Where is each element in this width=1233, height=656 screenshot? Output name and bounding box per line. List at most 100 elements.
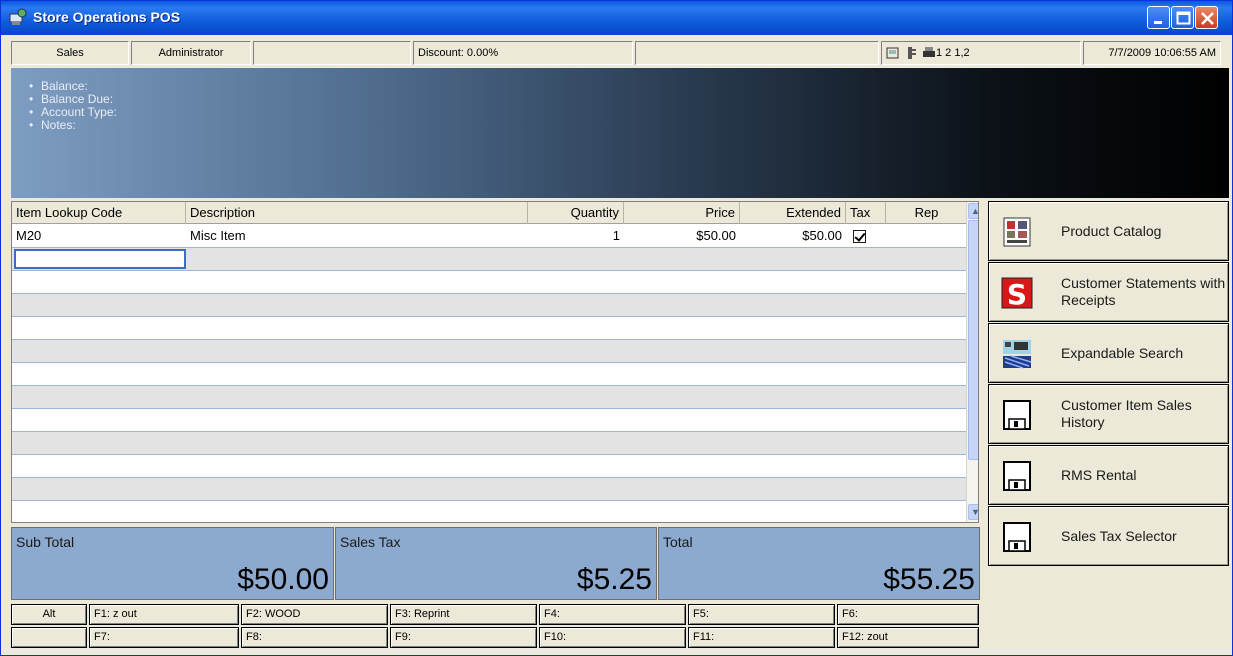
table-row[interactable]: [12, 386, 968, 409]
tax-checkbox[interactable]: [853, 230, 866, 244]
f4-button[interactable]: F4:: [539, 604, 686, 625]
drawer-numbers: 1 2 1,2: [936, 47, 970, 59]
customer-statements-label: Customer Statements with Receipts: [1061, 275, 1226, 308]
table-row[interactable]: [12, 409, 968, 432]
drawer-icons: [886, 47, 935, 59]
customer-item-sales-history-label: Customer Item Sales History: [1061, 397, 1192, 430]
alt-key-button[interactable]: Alt: [11, 604, 87, 625]
table-row[interactable]: [12, 271, 968, 294]
customer-info-panel: Balance: Balance Due: Account Type: Note…: [11, 68, 1229, 198]
cell-extended[interactable]: $50.00: [740, 225, 846, 247]
transaction-grid[interactable]: Item Lookup Code Description Quantity Pr…: [11, 201, 979, 523]
status-cell-empty: [253, 41, 411, 65]
product-catalog-label: Product Catalog: [1061, 222, 1162, 239]
column-header-price[interactable]: Price: [624, 202, 740, 224]
table-row[interactable]: [12, 294, 968, 317]
f9-button[interactable]: F9:: [390, 627, 537, 648]
scroll-up-icon[interactable]: ▲: [968, 203, 978, 219]
sales-tax-selector-button[interactable]: Sales Tax Selector: [988, 506, 1229, 566]
scroll-thumb[interactable]: [968, 220, 978, 460]
grid-scrollbar[interactable]: ▲ ▼: [966, 202, 978, 522]
column-header-quantity[interactable]: Quantity: [528, 202, 624, 224]
catalog-icon: [1003, 217, 1031, 247]
customer-statements-button[interactable]: S Customer Statements with Receipts: [988, 262, 1229, 322]
cell-item-code[interactable]: M20: [12, 225, 186, 247]
total-panel: Total $55.25: [658, 527, 980, 600]
column-header-tax[interactable]: Tax: [846, 202, 886, 224]
f8-button[interactable]: F8:: [241, 627, 388, 648]
total-label: Total: [663, 534, 693, 550]
notes-label: Notes:: [29, 119, 117, 132]
item-code-input[interactable]: [14, 249, 186, 269]
drawer-indicator: 1 2 1,2: [881, 41, 1081, 65]
table-row[interactable]: [12, 432, 968, 455]
cell-rep[interactable]: [886, 225, 968, 247]
rms-rental-label: RMS Rental: [1061, 466, 1137, 483]
table-row[interactable]: [12, 363, 968, 386]
cell-tax[interactable]: [846, 225, 886, 247]
minimize-button[interactable]: [1147, 6, 1170, 29]
minimize-icon: [1154, 21, 1162, 24]
expandable-search-button[interactable]: Expandable Search: [988, 323, 1229, 383]
table-row[interactable]: [12, 478, 968, 501]
subtotal-panel: Sub Total $50.00: [11, 527, 334, 600]
table-row[interactable]: [12, 317, 968, 340]
product-catalog-button[interactable]: Product Catalog: [988, 201, 1229, 261]
sales-tax-panel: Sales Tax $5.25: [335, 527, 657, 600]
table-row[interactable]: M20 Misc Item 1 $50.00 $50.00: [12, 225, 968, 248]
statement-icon: S: [1001, 277, 1033, 309]
f2-button[interactable]: F2: WOOD: [241, 604, 388, 625]
total-value: $55.25: [883, 563, 975, 596]
scroll-down-icon[interactable]: ▼: [968, 504, 978, 520]
column-header-item-lookup-code[interactable]: Item Lookup Code: [12, 202, 186, 224]
subtotal-value: $50.00: [237, 563, 329, 596]
f10-button[interactable]: F10:: [539, 627, 686, 648]
mode-indicator: Sales: [11, 41, 129, 65]
table-row[interactable]: [12, 455, 968, 478]
close-button[interactable]: [1195, 6, 1218, 29]
customer-info-list: Balance: Balance Due: Account Type: Note…: [29, 80, 117, 132]
f12-button[interactable]: F12: zout: [837, 627, 979, 648]
cell-quantity[interactable]: 1: [528, 225, 624, 247]
f11-button[interactable]: F11:: [688, 627, 835, 648]
cell-description[interactable]: Misc Item: [186, 225, 528, 247]
f7-button[interactable]: F7:: [89, 627, 239, 648]
sales-tax-value: $5.25: [576, 563, 652, 596]
function-key-bar: Alt F1: z out F2: WOOD F3: Reprint F4: F…: [11, 604, 979, 650]
customer-item-sales-history-button[interactable]: Customer Item Sales History: [988, 384, 1229, 444]
maximize-icon: [1176, 11, 1191, 25]
table-row[interactable]: [12, 340, 968, 363]
subtotal-label: Sub Total: [16, 534, 75, 550]
title-bar: Store Operations POS: [1, 1, 1232, 35]
status-cell-empty-2: [635, 41, 879, 65]
datetime-display: 7/7/2009 10:06:55 AM: [1083, 41, 1221, 65]
column-header-extended[interactable]: Extended: [740, 202, 846, 224]
status-bar: Sales Administrator Discount: 0.00% 1 2 …: [11, 41, 1229, 65]
expandable-search-label: Expandable Search: [1061, 344, 1184, 361]
floppy-disk-icon: [1003, 461, 1031, 491]
floppy-disk-icon: [1003, 400, 1031, 430]
rms-rental-button[interactable]: RMS Rental: [988, 445, 1229, 505]
grid-header: Item Lookup Code Description Quantity Pr…: [12, 202, 968, 224]
cell-price[interactable]: $50.00: [624, 225, 740, 247]
table-row[interactable]: [12, 248, 968, 271]
close-icon: [1201, 12, 1214, 25]
user-indicator: Administrator: [131, 41, 251, 65]
pos-window: Store Operations POS Sales Administrator…: [0, 0, 1233, 656]
search-icon: [1003, 340, 1032, 369]
column-header-rep[interactable]: Rep: [886, 202, 968, 224]
maximize-button[interactable]: [1171, 6, 1194, 29]
sales-tax-selector-label: Sales Tax Selector: [1061, 527, 1177, 544]
svg-text:S: S: [1007, 278, 1027, 309]
discount-indicator: Discount: 0.00%: [413, 41, 633, 65]
column-header-description[interactable]: Description: [186, 202, 528, 224]
f1-button[interactable]: F1: z out: [89, 604, 239, 625]
alt-key-blank[interactable]: [11, 627, 87, 648]
table-row[interactable]: [12, 501, 968, 522]
floppy-disk-icon: [1003, 522, 1031, 552]
window-title: Store Operations POS: [33, 9, 181, 25]
sales-tax-label: Sales Tax: [340, 534, 401, 550]
f6-button[interactable]: F6:: [837, 604, 979, 625]
f5-button[interactable]: F5:: [688, 604, 835, 625]
f3-button[interactable]: F3: Reprint: [390, 604, 537, 625]
